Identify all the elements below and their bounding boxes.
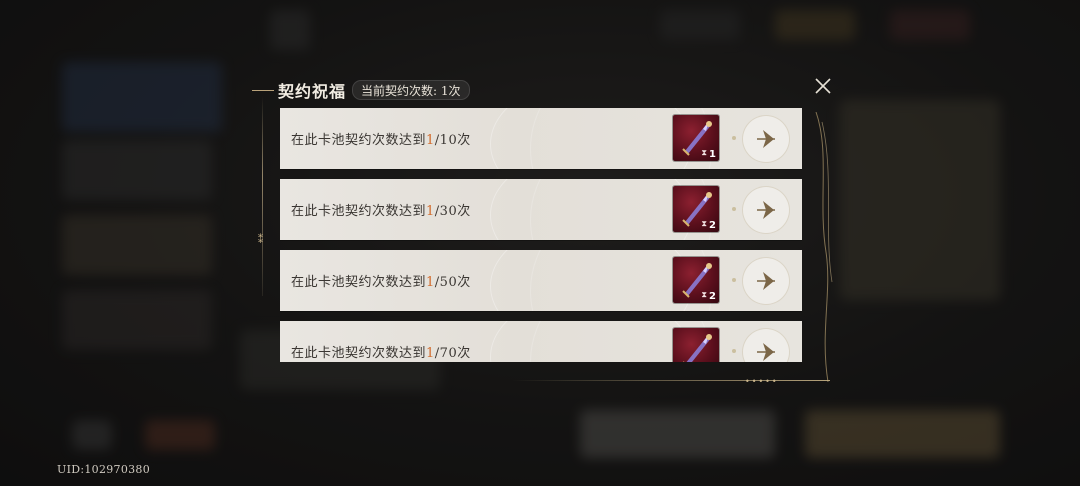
contract-blessing-modal: 契约祝福 当前契约次数: 1次 ⁑ ••••• 在此卡池契约次数达到1/10次 xyxy=(252,72,837,392)
go-button[interactable] xyxy=(742,257,790,305)
milestone-current: 1 xyxy=(426,346,435,361)
button-ornament-dot xyxy=(732,349,736,353)
hourglass-icon: ⧗ xyxy=(701,290,707,299)
reward-quantity: 2 xyxy=(709,291,716,302)
close-button[interactable] xyxy=(812,75,834,97)
game-screen: UID:102970380 契约祝福 当前契约次数: 1次 ⁑ ••••• 在此… xyxy=(0,0,1080,486)
reward-list[interactable]: 在此卡池契约次数达到1/10次 ⧗ 1 在此卡池契约次数达到1/30次 ⧗ 2 … xyxy=(280,108,802,362)
dagger-icon xyxy=(683,334,712,362)
milestone-prefix: 在此卡池契约次数达到 xyxy=(291,275,427,290)
hourglass-icon: ⧗ xyxy=(701,361,707,362)
milestone-target: /70次 xyxy=(434,346,471,361)
milestone-text: 在此卡池契约次数达到1/70次 xyxy=(291,342,471,361)
title-ornament-line xyxy=(252,89,274,91)
left-rail-ornament-icon: ⁑ xyxy=(258,235,263,246)
button-ornament-dot xyxy=(732,207,736,211)
milestone-target: /30次 xyxy=(434,204,471,219)
go-button[interactable] xyxy=(742,115,790,163)
reward-item[interactable]: ⧗ 2 xyxy=(673,257,719,303)
milestone-current: 1 xyxy=(426,204,435,219)
milestone-prefix: 在此卡池契约次数达到 xyxy=(291,346,427,361)
milestone-text: 在此卡池契约次数达到1/30次 xyxy=(291,200,471,219)
go-arrow-icon xyxy=(757,272,775,290)
modal-header: 契约祝福 当前契约次数: 1次 xyxy=(252,78,470,102)
go-arrow-icon xyxy=(757,343,775,361)
reward-item[interactable]: ⧗ 2 xyxy=(673,328,719,362)
hourglass-icon: ⧗ xyxy=(701,219,707,228)
go-arrow-icon xyxy=(757,130,775,148)
hourglass-icon: ⧗ xyxy=(701,148,707,157)
button-ornament-dot xyxy=(732,136,736,140)
reward-row: 在此卡池契约次数达到1/70次 ⧗ 2 xyxy=(280,321,802,362)
left-ornament-rail xyxy=(262,96,263,296)
reward-quantity: 1 xyxy=(709,149,716,160)
bottom-ornament-rail xyxy=(512,380,830,381)
milestone-current: 1 xyxy=(426,133,435,148)
go-button[interactable] xyxy=(742,186,790,234)
reward-item[interactable]: ⧗ 2 xyxy=(673,186,719,232)
reward-item[interactable]: ⧗ 1 xyxy=(673,115,719,161)
milestone-text: 在此卡池契约次数达到1/50次 xyxy=(291,271,471,290)
bottom-rail-dots: ••••• xyxy=(745,377,779,386)
reward-row: 在此卡池契约次数达到1/50次 ⧗ 2 xyxy=(280,250,802,311)
contract-count-badge: 当前契约次数: 1次 xyxy=(352,80,470,100)
reward-quantity: 2 xyxy=(709,220,716,231)
modal-title: 契约祝福 xyxy=(278,82,347,101)
milestone-text: 在此卡池契约次数达到1/10次 xyxy=(291,129,471,148)
milestone-prefix: 在此卡池契约次数达到 xyxy=(291,133,427,148)
button-ornament-dot xyxy=(732,278,736,282)
reward-row: 在此卡池契约次数达到1/10次 ⧗ 1 xyxy=(280,108,802,169)
milestone-prefix: 在此卡池契约次数达到 xyxy=(291,204,427,219)
go-arrow-icon xyxy=(757,201,775,219)
milestone-current: 1 xyxy=(426,275,435,290)
reward-row: 在此卡池契约次数达到1/30次 ⧗ 2 xyxy=(280,179,802,240)
right-frame-ornament xyxy=(815,112,833,382)
go-button[interactable] xyxy=(742,328,790,362)
milestone-target: /10次 xyxy=(434,133,471,148)
close-icon xyxy=(815,78,831,94)
uid-label: UID:102970380 xyxy=(57,463,151,476)
milestone-target: /50次 xyxy=(434,275,471,290)
